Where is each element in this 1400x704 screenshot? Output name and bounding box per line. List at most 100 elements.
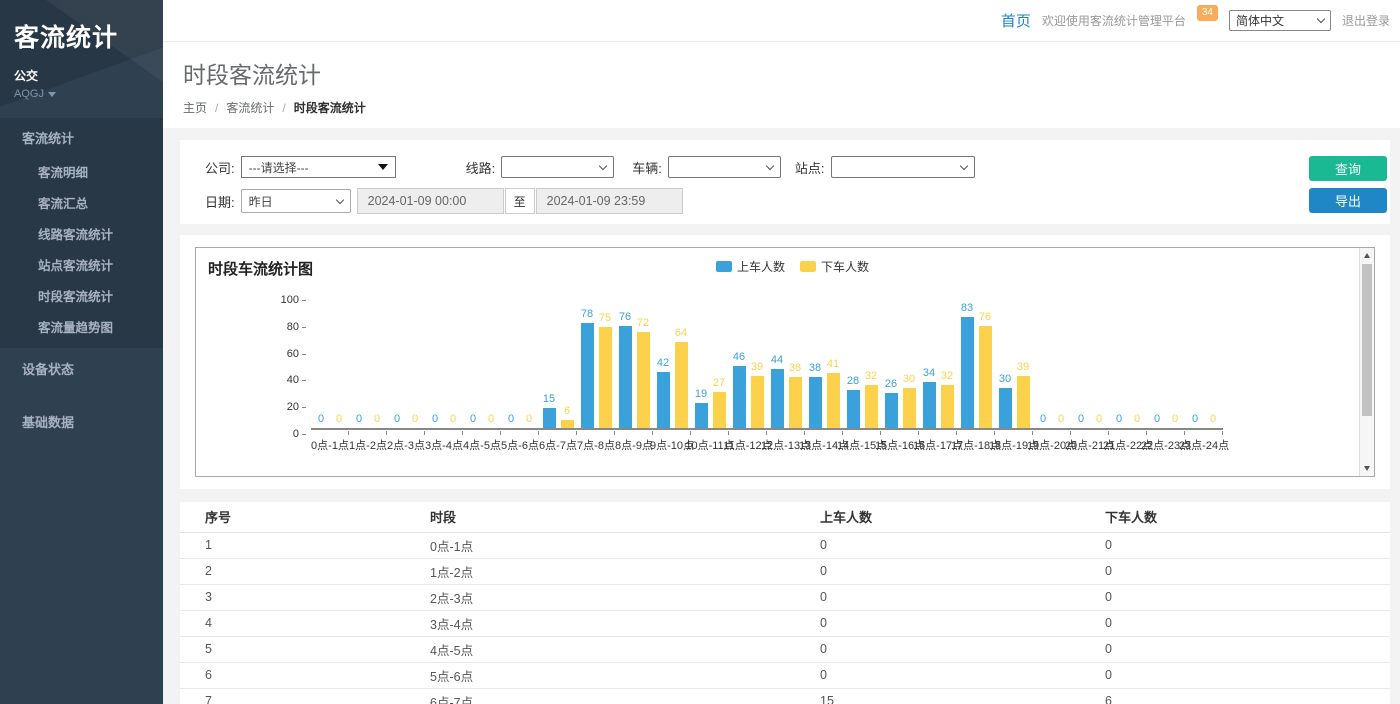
bar-value-label: 6 <box>564 405 570 417</box>
bar-group: 156 <box>539 296 577 428</box>
bar <box>543 408 556 428</box>
bar-value-label: 46 <box>733 351 745 363</box>
y-axis-tick: 100 <box>281 294 299 306</box>
bar <box>637 332 650 428</box>
sidebar-item-2[interactable]: 基础数据 <box>0 401 163 442</box>
company-label: 公司: <box>205 158 235 177</box>
home-link[interactable]: 首页 <box>1001 10 1031 31</box>
chart-plot: 0204060801000000000000001567875767242641… <box>311 296 1223 430</box>
bar-value-label: 19 <box>695 388 707 400</box>
bar <box>1017 376 1030 428</box>
date-preset-select[interactable]: 昨日 <box>241 189 351 213</box>
bar <box>999 388 1012 428</box>
bar-value-label: 0 <box>508 413 514 425</box>
scroll-up-icon[interactable] <box>1360 248 1374 263</box>
table-row: 21点-2点00 <box>180 558 1390 584</box>
x-axis-label: 3点-4点 <box>425 437 463 453</box>
bar-value-label: 72 <box>637 317 649 329</box>
export-button[interactable]: 导出 <box>1309 188 1387 213</box>
bar-group: 7875 <box>577 296 615 428</box>
chevron-down-icon <box>959 161 967 169</box>
table-body: 10点-1点0021点-2点0032点-3点0043点-4点0054点-5点00… <box>180 532 1390 704</box>
bar-group: 3432 <box>919 296 957 428</box>
bar <box>789 377 802 428</box>
bar-group: 1927 <box>691 296 729 428</box>
breadcrumb-section[interactable]: 客流统计 <box>226 99 274 116</box>
bar-group: 00 <box>311 296 349 428</box>
x-axis-label: 7点-8点 <box>577 437 615 453</box>
x-axis-label: 2点-3点 <box>387 437 425 453</box>
x-axis-label: 23点-24点 <box>1185 437 1223 453</box>
chart-xlabels: 0点-1点1点-2点2点-3点3点-4点4点-5点5点-6点6点-7点7点-8点… <box>311 437 1223 453</box>
y-axis-tick: 60 <box>287 348 299 360</box>
table-row: 65点-6点00 <box>180 662 1390 688</box>
breadcrumb-separator: / <box>215 101 218 115</box>
language-select[interactable]: 简体中文 <box>1229 10 1331 31</box>
legend-item: 下车人数 <box>800 258 869 275</box>
data-table-panel: 序号时段上车人数下车人数 10点-1点0021点-2点0032点-3点0043点… <box>180 502 1390 704</box>
table-row: 32点-3点00 <box>180 584 1390 610</box>
bar-value-label: 0 <box>1154 413 1160 425</box>
sidebar-subitem[interactable]: 客流量趋势图 <box>0 311 163 342</box>
legend-swatch <box>800 261 816 272</box>
sidebar-subitem[interactable]: 客流明细 <box>0 156 163 187</box>
column-header: 下车人数 <box>1080 502 1390 532</box>
bar-value-label: 0 <box>1172 413 1178 425</box>
x-axis-label: 8点-9点 <box>615 437 653 453</box>
dropdown-arrow-icon <box>378 164 388 170</box>
breadcrumb-home[interactable]: 主页 <box>183 99 207 116</box>
scroll-down-icon[interactable] <box>1360 461 1374 476</box>
column-header: 序号 <box>180 502 405 532</box>
bar <box>809 377 822 428</box>
date-start-value: 2024-01-09 00:00 <box>368 194 467 208</box>
bar-group: 28 32 <box>843 296 881 428</box>
notification-badge[interactable]: 34 <box>1197 5 1218 21</box>
bar-group: 8376 <box>957 296 995 428</box>
date-end-input[interactable]: 2024-01-09 23:59 <box>536 188 683 214</box>
column-header: 时段 <box>405 502 795 532</box>
data-table: 序号时段上车人数下车人数 10点-1点0021点-2点0032点-3点0043点… <box>180 502 1390 704</box>
vehicle-select[interactable] <box>668 156 781 178</box>
sidebar-subitem[interactable]: 线路客流统计 <box>0 218 163 249</box>
date-start-input[interactable]: 2024-01-09 00:00 <box>357 188 504 214</box>
bar-value-label: 0 <box>1192 413 1198 425</box>
bar-value-label: 0 <box>394 413 400 425</box>
filter-row-2: 日期: 昨日 2024-01-09 00:00 至 2024-01-09 23:… <box>205 188 1390 214</box>
line-select[interactable] <box>501 156 614 178</box>
bar <box>733 366 746 428</box>
bar-value-label: 0 <box>412 413 418 425</box>
bar-value-label: 0 <box>526 413 532 425</box>
sidebar-subitem[interactable]: 客流汇总 <box>0 187 163 218</box>
bar-group: 4438 <box>767 296 805 428</box>
sidebar-item-1[interactable]: 设备状态 <box>0 348 163 389</box>
company-select[interactable]: ---请选择--- <box>241 156 396 178</box>
bar-value-label: 30 <box>903 373 915 385</box>
user-dropdown[interactable]: AQGJ <box>14 88 149 100</box>
breadcrumb: 主页 / 客流统计 / 时段客流统计 <box>183 99 1400 116</box>
y-axis-tick: 0 <box>293 428 299 440</box>
bar <box>847 390 860 428</box>
bar-group: 00 <box>1109 296 1147 428</box>
vehicle-label: 车辆: <box>632 158 662 177</box>
scrollbar-thumb[interactable] <box>1362 264 1372 416</box>
sidebar-subitem[interactable]: 站点客流统计 <box>0 249 163 280</box>
caret-down-icon <box>48 92 56 97</box>
station-select[interactable] <box>831 156 975 178</box>
brand-title: 客流统计 <box>14 18 149 54</box>
sidebar-subitem[interactable]: 时段客流统计 <box>0 280 163 311</box>
app-window: 客流统计 公交 AQGJ 客流统计客流明细客流汇总线路客流统计站点客流统计时段客… <box>0 0 1400 704</box>
bar-value-label: 39 <box>1017 361 1029 373</box>
x-axis-label: 1点-2点 <box>349 437 387 453</box>
bar-value-label: 28 <box>847 375 859 387</box>
query-button[interactable]: 查询 <box>1309 156 1387 181</box>
chart-scrollbar[interactable] <box>1359 248 1374 476</box>
chevron-down-icon <box>1317 15 1325 23</box>
bar-group: 3039 <box>995 296 1033 428</box>
bar-value-label: 32 <box>865 370 877 382</box>
chart-legend: 上车人数下车人数 <box>716 258 869 275</box>
chevron-down-icon <box>599 161 607 169</box>
bar-group: 00 <box>387 296 425 428</box>
bar-group: 00 <box>425 296 463 428</box>
logout-link[interactable]: 退出登录 <box>1342 12 1390 29</box>
sidebar-item-0[interactable]: 客流统计 <box>0 118 163 156</box>
